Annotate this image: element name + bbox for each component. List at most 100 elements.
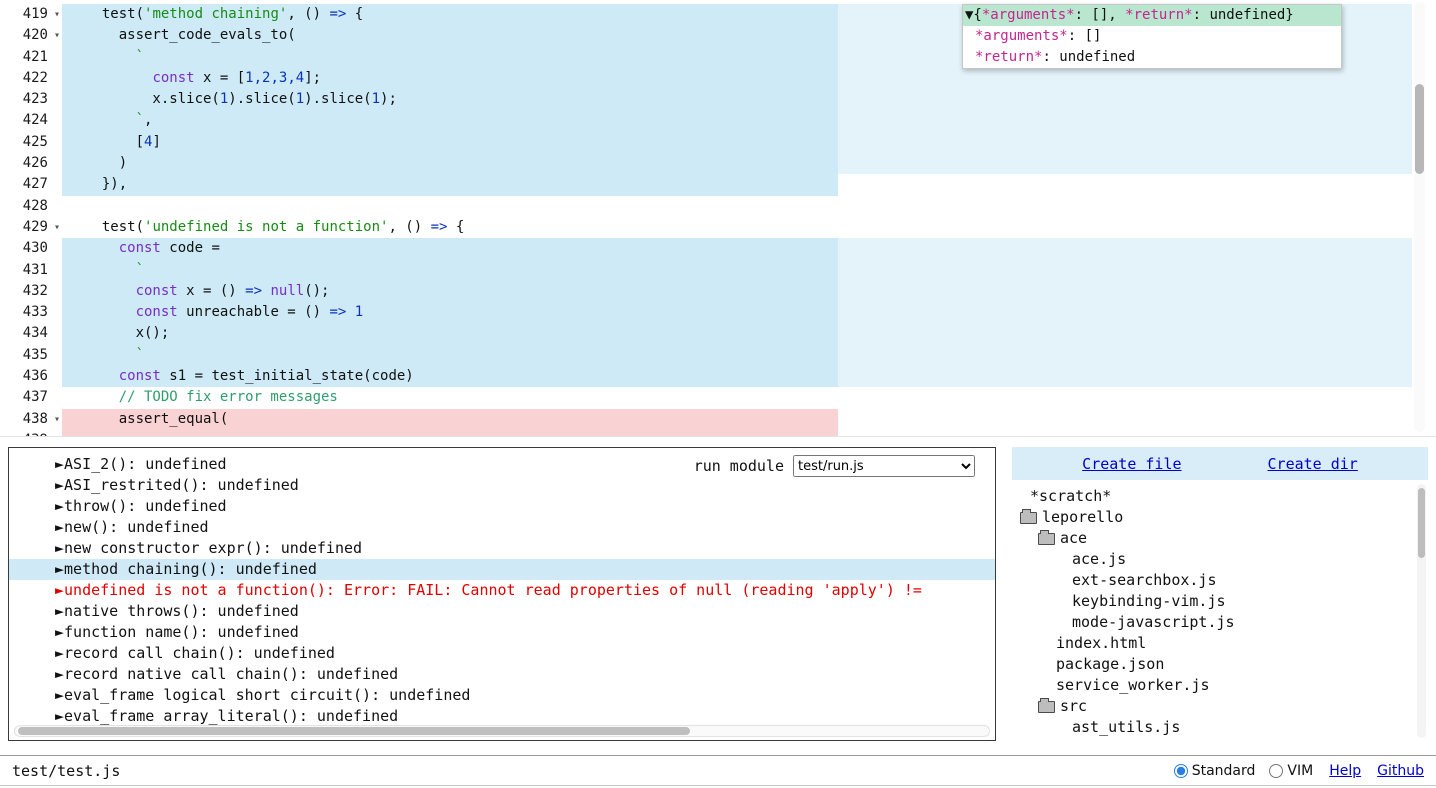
run-module-label: run module (694, 457, 784, 475)
test-result-row[interactable]: ►undefined is not a function(): Error: F… (9, 580, 995, 601)
line-number: 426 (0, 153, 62, 174)
evaluation-highlight (838, 260, 1412, 281)
code-line[interactable]: 431 ` (0, 260, 1436, 281)
file-label: mode-javascript.js (1072, 612, 1235, 633)
github-link[interactable]: Github (1377, 763, 1424, 779)
code-line[interactable]: 438▾ assert_equal( (0, 409, 1436, 430)
test-result-row[interactable]: ►eval_frame array_literal(): undefined (9, 706, 995, 727)
tooltip-value-row: *return*: undefined (963, 47, 1341, 68)
evaluation-highlight (62, 174, 838, 195)
run-module-select[interactable]: test/run.js (793, 455, 975, 477)
code-line[interactable]: 435 ` (0, 345, 1436, 366)
file-tree-file[interactable]: keybinding-vim.js (1012, 591, 1428, 612)
statusbar-right: Standard VIM Help Github (1174, 763, 1424, 779)
scrollbar-thumb[interactable] (18, 727, 690, 735)
code-text: ` (85, 260, 144, 281)
line-number: 428 (0, 196, 62, 217)
file-tree-file[interactable]: index.html (1012, 633, 1428, 654)
test-result-row[interactable]: ►record native call chain(): undefined (9, 664, 995, 685)
scrollbar-thumb[interactable] (1415, 84, 1424, 174)
test-result-row[interactable]: ►ASI_restrited(): undefined (9, 475, 995, 496)
evaluation-highlight (62, 323, 838, 344)
code-line[interactable]: 434 x(); (0, 323, 1436, 344)
code-line[interactable]: 422 const x = [1,2,3,4]; (0, 68, 1436, 89)
editor-vertical-scrollbar[interactable] (1414, 2, 1425, 432)
create-dir-link[interactable]: Create dir (1268, 455, 1358, 473)
mode-switch: Standard VIM (1174, 763, 1314, 779)
code-line[interactable]: 428 (0, 196, 1436, 217)
test-result-row[interactable]: ►throw(): undefined (9, 496, 995, 517)
file-label: leporello (1042, 507, 1123, 528)
file-tree-file[interactable]: service_worker.js (1012, 675, 1428, 696)
console-horizontal-scrollbar[interactable] (14, 725, 990, 737)
code-text: const x = [1,2,3,4]; (85, 68, 321, 89)
test-result-row[interactable]: ►record call chain(): undefined (9, 643, 995, 664)
code-text: ) (85, 153, 127, 174)
tooltip-value-row: *arguments*: [] (963, 26, 1341, 47)
fold-marker-icon[interactable]: ▾ (54, 4, 60, 25)
code-line[interactable]: 432 const x = () => null(); (0, 281, 1436, 302)
status-bar: test/test.js StandardVIM HelpGithub (0, 755, 1436, 786)
file-tree-file[interactable]: ace.js (1012, 549, 1428, 570)
file-tree: *scratch*leporelloaceace.jsext-searchbox… (1012, 480, 1428, 738)
line-number: 433 (0, 302, 62, 323)
code-line[interactable]: 427 }), (0, 174, 1436, 195)
code-line[interactable]: 426 ) (0, 153, 1436, 174)
line-number: 435 (0, 345, 62, 366)
test-results-list: ►ASI_2(): undefined►ASI_restrited(): und… (9, 448, 995, 727)
fold-marker-icon[interactable]: ▾ (54, 25, 60, 46)
code-line[interactable]: 429▾ test('undefined is not a function',… (0, 217, 1436, 238)
mode-radio[interactable] (1269, 764, 1283, 778)
evaluation-highlight (62, 260, 838, 281)
line-number: 434 (0, 323, 62, 344)
code-line[interactable]: 437 // TODO fix error messages (0, 387, 1436, 408)
fold-marker-icon[interactable]: ▾ (54, 217, 60, 238)
value-tooltip: ▼{*arguments*: [], *return*: undefined}*… (962, 4, 1342, 69)
line-number: 419▾ (0, 4, 62, 25)
line-number: 424 (0, 110, 62, 131)
file-label: src (1060, 696, 1087, 717)
test-result-row[interactable]: ►eval_frame logical short circuit(): und… (9, 685, 995, 706)
test-result-row[interactable]: ►native throws(): undefined (9, 601, 995, 622)
line-number: 431 (0, 260, 62, 281)
test-result-row[interactable]: ►method chaining(): undefined (9, 559, 995, 580)
file-tree-folder[interactable]: src (1012, 696, 1428, 717)
mode-label: VIM (1287, 763, 1313, 779)
code-line[interactable]: 424 `, (0, 110, 1436, 131)
file-label: keybinding-vim.js (1072, 591, 1226, 612)
file-tree-file[interactable]: mode-javascript.js (1012, 612, 1428, 633)
files-vertical-scrollbar[interactable] (1417, 484, 1426, 738)
evaluation-highlight (838, 302, 1412, 323)
test-result-row[interactable]: ►new constructor expr(): undefined (9, 538, 995, 559)
code-text: const x = () => null(); (85, 281, 329, 302)
file-tree-file[interactable]: *scratch* (1012, 486, 1428, 507)
code-line[interactable]: 433 const unreachable = () => 1 (0, 302, 1436, 323)
code-line[interactable]: 439 (0, 430, 1436, 437)
test-result-row[interactable]: ►new(): undefined (9, 517, 995, 538)
code-editor[interactable]: 419▾ test('method chaining', () => {420▾… (0, 0, 1436, 437)
code-text: ` (85, 47, 144, 68)
file-tree-file[interactable]: ast_utils.js (1012, 717, 1428, 738)
statusbar-links: Help Github (1329, 763, 1424, 779)
help-link[interactable]: Help (1329, 763, 1361, 779)
mode-option-standard[interactable]: Standard (1174, 763, 1256, 779)
code-line[interactable]: 436 const s1 = test_initial_state(code) (0, 366, 1436, 387)
code-line[interactable]: 430 const code = (0, 238, 1436, 259)
file-tree-file[interactable]: ext-searchbox.js (1012, 570, 1428, 591)
tooltip-header-row[interactable]: ▼{*arguments*: [], *return*: undefined} (963, 5, 1341, 26)
scrollbar-thumb[interactable] (1418, 488, 1425, 558)
mode-option-vim[interactable]: VIM (1269, 763, 1313, 779)
file-tree-folder[interactable]: leporello (1012, 507, 1428, 528)
create-file-link[interactable]: Create file (1082, 455, 1181, 473)
code-line[interactable]: 425 [4] (0, 132, 1436, 153)
file-tree-file[interactable]: package.json (1012, 654, 1428, 675)
mode-radio[interactable] (1174, 764, 1188, 778)
fold-marker-icon[interactable]: ▾ (54, 409, 60, 430)
test-result-row[interactable]: ►function name(): undefined (9, 622, 995, 643)
evaluation-highlight (838, 345, 1412, 366)
file-tree-folder[interactable]: ace (1012, 528, 1428, 549)
code-line[interactable]: 423 x.slice(1).slice(1).slice(1); (0, 89, 1436, 110)
line-number: 432 (0, 281, 62, 302)
file-label: ace.js (1072, 549, 1126, 570)
code-text: const s1 = test_initial_state(code) (85, 366, 414, 387)
